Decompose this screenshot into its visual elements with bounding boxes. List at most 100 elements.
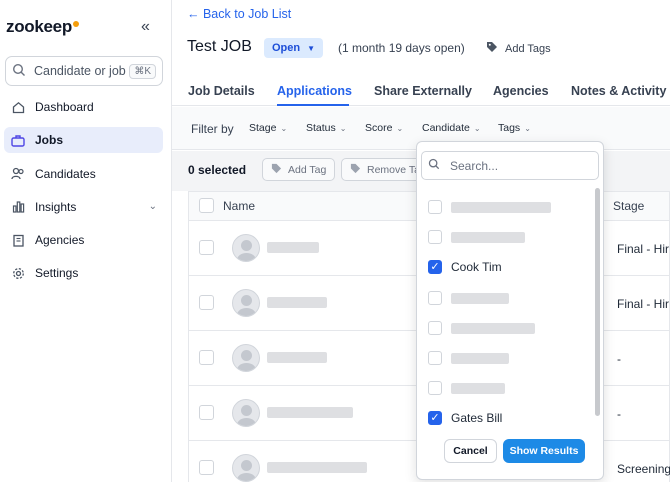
tab-job-details[interactable]: Job Details — [188, 84, 255, 98]
filter-candidate-dropdown[interactable]: Candidate ⌄ — [422, 122, 481, 134]
sidebar-item-dashboard[interactable]: Dashboard — [4, 94, 163, 120]
candidate-option[interactable] — [417, 373, 597, 403]
tab-share-externally[interactable]: Share Externally — [374, 84, 472, 98]
gear-icon — [10, 265, 26, 281]
job-open-duration: (1 month 19 days open) — [338, 41, 465, 55]
global-search-input[interactable]: Candidate or job ⌘K — [5, 56, 163, 86]
row-checkbox[interactable] — [199, 405, 214, 420]
tag-icon — [271, 163, 282, 177]
briefcase-icon — [10, 132, 26, 148]
stage-cell: Screening — [617, 462, 670, 476]
redacted-candidate-name — [451, 202, 551, 213]
stage-cell: Final - Hir — [617, 242, 670, 256]
filter-by-label: Filter by — [191, 122, 234, 136]
search-placeholder: Candidate or job — [34, 64, 126, 78]
option-checkbox[interactable] — [428, 350, 442, 365]
row-checkbox[interactable] — [199, 350, 214, 365]
tab-notes-activity[interactable]: Notes & Activity — [571, 84, 666, 98]
chevron-down-icon: ⌄ — [280, 124, 288, 133]
redacted-candidate-name — [267, 462, 367, 473]
show-results-button[interactable]: Show Results — [503, 439, 585, 463]
option-checkbox[interactable] — [428, 290, 442, 305]
add-tag-button[interactable]: Add Tag — [262, 158, 336, 181]
sidebar-nav: Dashboard Jobs Candidates Insights ⌄ Age… — [4, 94, 163, 294]
tab-agencies[interactable]: Agencies — [493, 84, 549, 98]
candidate-filter-dropdown: Search... ✓ Cook Tim ✓ Gates Bill Cancel… — [416, 141, 604, 480]
column-header-name[interactable]: Name — [223, 199, 255, 213]
select-all-checkbox[interactable] — [199, 198, 214, 213]
logo-dot — [72, 21, 79, 27]
redacted-candidate-name — [267, 297, 327, 308]
filter-score-dropdown[interactable]: Score ⌄ — [365, 122, 403, 134]
option-checkbox[interactable] — [428, 200, 442, 214]
avatar — [232, 344, 260, 372]
sidebar-item-jobs[interactable]: Jobs — [4, 127, 163, 154]
candidate-option-label: Gates Bill — [451, 411, 503, 426]
tag-remove-icon — [350, 163, 361, 177]
candidate-option[interactable] — [417, 283, 597, 313]
sidebar-item-label: Settings — [35, 266, 79, 281]
add-tags-label: Add Tags — [505, 42, 551, 55]
redacted-candidate-name — [451, 322, 535, 334]
collapse-sidebar-icon[interactable]: « — [141, 18, 150, 36]
job-status-dropdown[interactable]: Open ▼ — [264, 38, 324, 58]
candidate-option[interactable] — [417, 222, 597, 252]
option-checkbox[interactable] — [428, 381, 442, 396]
candidate-search-placeholder: Search... — [450, 158, 499, 173]
filter-tags-dropdown[interactable]: Tags ⌄ — [498, 122, 531, 134]
sidebar-item-insights[interactable]: Insights ⌄ — [4, 194, 163, 220]
avatar — [232, 289, 260, 317]
chevron-down-icon: ⌄ — [473, 124, 481, 133]
avatar — [232, 234, 260, 262]
stage-cell: - — [617, 352, 621, 366]
option-checkbox[interactable] — [428, 320, 442, 335]
caret-down-icon: ▼ — [307, 43, 316, 53]
active-tab-indicator — [277, 104, 349, 106]
filter-stage-dropdown[interactable]: Stage ⌄ — [249, 122, 287, 134]
sidebar-item-settings[interactable]: Settings — [4, 260, 163, 286]
option-checkbox[interactable] — [428, 230, 442, 245]
row-checkbox[interactable] — [199, 460, 214, 475]
cancel-button[interactable]: Cancel — [444, 439, 497, 463]
sidebar-item-candidates[interactable]: Candidates — [4, 161, 163, 187]
sidebar-item-label: Dashboard — [35, 100, 94, 114]
avatar — [232, 454, 260, 482]
chevron-down-icon: ⌄ — [339, 124, 347, 133]
chevron-down-icon[interactable]: ⌄ — [149, 201, 157, 212]
search-icon — [428, 158, 440, 173]
candidate-search-input[interactable]: Search... — [421, 151, 599, 180]
tab-applications[interactable]: Applications — [277, 84, 352, 98]
candidate-option[interactable] — [417, 192, 597, 222]
app-logo[interactable]: zookeep — [6, 17, 79, 37]
column-header-stage[interactable]: Stage — [613, 199, 644, 213]
job-tabs: Job Details Applications Share Externall… — [172, 78, 670, 106]
redacted-candidate-name — [267, 407, 353, 418]
stage-cell: - — [617, 407, 621, 421]
row-checkbox[interactable] — [199, 295, 214, 310]
candidate-option-gates-bill[interactable]: ✓ Gates Bill — [417, 403, 597, 433]
candidate-options-list: ✓ Cook Tim ✓ Gates Bill — [417, 192, 597, 434]
redacted-candidate-name — [451, 383, 505, 395]
candidate-option[interactable] — [417, 343, 597, 373]
dropdown-scrollbar[interactable] — [595, 188, 600, 416]
option-checkbox-checked[interactable]: ✓ — [428, 260, 442, 275]
candidate-option-label: Cook Tim — [451, 260, 502, 275]
sidebar-item-agencies[interactable]: Agencies — [4, 227, 163, 253]
chevron-down-icon: ⌄ — [396, 124, 404, 133]
option-checkbox-checked[interactable]: ✓ — [428, 411, 442, 426]
sidebar: zookeep « Candidate or job ⌘K Dashboard … — [0, 0, 172, 482]
redacted-candidate-name — [267, 352, 327, 363]
search-shortcut-badge: ⌘K — [129, 63, 156, 79]
candidate-option-cook-tim[interactable]: ✓ Cook Tim — [417, 252, 597, 282]
candidate-option[interactable] — [417, 313, 597, 343]
back-to-job-list-link[interactable]: ← Back to Job List — [187, 7, 291, 21]
tag-icon — [486, 41, 498, 56]
redacted-candidate-name — [451, 232, 525, 244]
add-tags-button[interactable]: Add Tags — [486, 41, 551, 56]
avatar — [232, 399, 260, 427]
redacted-candidate-name — [451, 292, 509, 304]
redacted-candidate-name — [267, 242, 319, 253]
selected-count: 0 selected — [188, 163, 247, 177]
filter-status-dropdown[interactable]: Status ⌄ — [306, 122, 346, 134]
row-checkbox[interactable] — [199, 240, 214, 255]
